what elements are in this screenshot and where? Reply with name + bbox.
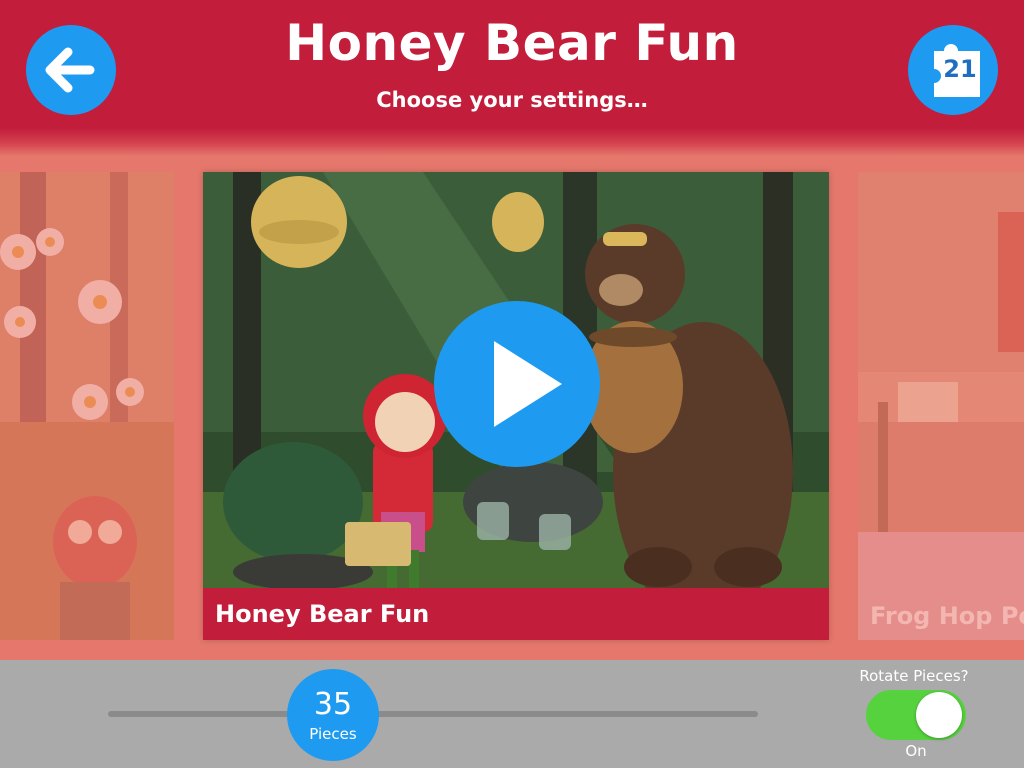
header-brush-edge: [0, 128, 1024, 156]
current-card-title: Honey Bear Fun: [215, 600, 430, 628]
pieces-slider-track[interactable]: [108, 711, 758, 717]
page-title: Honey Bear Fun: [285, 14, 739, 72]
card-fade-overlay: [858, 172, 1024, 640]
puzzle-card-previous[interactable]: [0, 172, 174, 640]
pieces-count: 35: [313, 687, 353, 722]
puzzle-count: 21: [943, 55, 977, 83]
puzzle-count-button[interactable]: 21: [908, 25, 998, 115]
pieces-unit-label: Pieces: [309, 725, 357, 743]
card-caption-bar: Honey Bear Fun: [203, 588, 829, 640]
next-card-title: Frog Hop Po: [870, 602, 1024, 630]
page-subtitle: Choose your settings…: [376, 88, 648, 112]
puzzle-card-next[interactable]: Frog Hop Po: [858, 172, 1024, 640]
pieces-slider-thumb[interactable]: 35 Pieces: [287, 669, 379, 761]
toggle-knob: [916, 692, 962, 738]
play-button[interactable]: [434, 301, 600, 467]
puzzle-card-current[interactable]: Honey Bear Fun: [203, 172, 829, 640]
rotate-pieces-state: On: [905, 742, 927, 760]
card-fade-overlay: [0, 172, 174, 640]
rotate-pieces-label: Rotate Pieces?: [859, 667, 969, 685]
rotate-pieces-toggle[interactable]: [866, 690, 966, 740]
play-icon: [494, 341, 562, 427]
